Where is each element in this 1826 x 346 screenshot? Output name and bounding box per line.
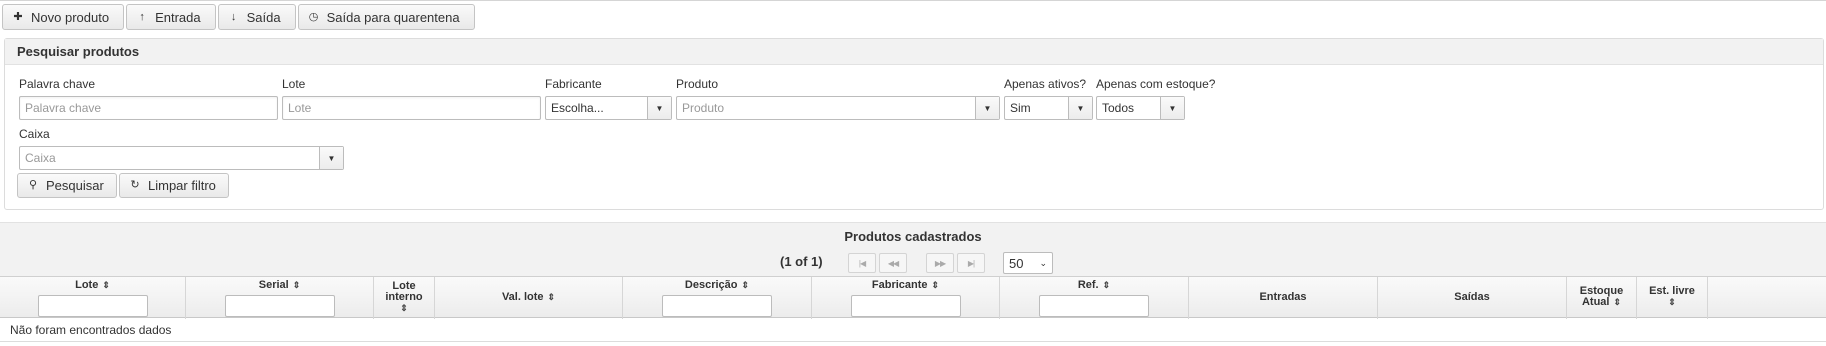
search-button-label: Pesquisar: [46, 178, 104, 193]
manufacturer-select[interactable]: Escolha... ▼: [545, 96, 672, 120]
box-label: Caixa: [19, 127, 50, 141]
column-exits: Saídas: [1378, 277, 1567, 319]
lot-label: Lote: [282, 77, 306, 91]
chevron-down-icon[interactable]: ▼: [975, 97, 999, 119]
serial-filter-input[interactable]: [225, 295, 335, 317]
chevron-down-icon: ⌄: [1039, 257, 1047, 268]
clear-filter-label: Limpar filtro: [148, 178, 216, 193]
column-lot-value[interactable]: Val. lote ⇕: [435, 277, 623, 319]
active-only-value: Sim: [1010, 101, 1031, 115]
search-icon: ⚲: [28, 179, 38, 191]
lot-filter-input[interactable]: [38, 295, 148, 317]
column-description[interactable]: Descrição ⇕: [623, 277, 812, 319]
empty-message: Não foram encontrados dados: [0, 318, 1826, 342]
arrow-up-icon: ↑: [139, 10, 145, 23]
quarantine-exit-label: Saída para quarentena: [326, 9, 460, 25]
keyword-input[interactable]: Palavra chave: [19, 96, 278, 120]
column-lot-value-label: Val. lote: [501, 291, 544, 303]
column-serial-label: Serial: [258, 279, 289, 291]
column-internal-lot[interactable]: Lote interno ⇕: [374, 277, 435, 319]
clear-filter-button[interactable]: ↻ Limpar filtro: [119, 173, 229, 198]
column-entries: Entradas: [1189, 277, 1378, 319]
manufacturer-select-value: Escolha...: [551, 101, 604, 115]
column-lot[interactable]: Lote ⇕: [0, 277, 186, 319]
search-button[interactable]: ⚲ Pesquisar: [17, 173, 117, 198]
sort-icon: ⇕: [1102, 280, 1111, 290]
chevron-down-icon[interactable]: ▼: [647, 97, 671, 119]
table-header: Lote ⇕ Serial ⇕ Lote interno ⇕ Val. lote ⇕ De…: [0, 276, 1826, 319]
new-product-label: Novo produto: [31, 9, 110, 25]
product-select[interactable]: Produto ▼: [676, 96, 1000, 120]
manufacturer-filter-input[interactable]: [851, 295, 961, 317]
column-manufacturer-label: Fabricante: [871, 279, 928, 291]
column-free-stock-label: Est. livre: [1649, 285, 1695, 297]
lot-input[interactable]: Lote: [282, 96, 541, 120]
search-panel-title: Pesquisar produtos: [5, 39, 1823, 65]
product-select-placeholder: Produto: [682, 101, 725, 115]
sort-icon: ⇕: [400, 303, 408, 313]
active-only-label: Apenas ativos?: [1004, 77, 1087, 91]
column-current-stock[interactable]: Estoque Atual ⇕: [1567, 277, 1637, 319]
chevron-down-icon[interactable]: ▼: [1068, 97, 1092, 119]
ref-filter-input[interactable]: [1039, 295, 1149, 317]
sort-icon: ⇕: [292, 280, 301, 290]
quarantine-exit-button[interactable]: ◷ Saída para quarentena: [297, 4, 475, 30]
sort-icon: ⇕: [547, 292, 556, 302]
sort-icon: ⇕: [1668, 297, 1676, 307]
column-ref[interactable]: Ref. ⇕: [1000, 277, 1189, 319]
previous-page-button[interactable]: ◀◀: [879, 253, 907, 273]
refresh-icon: ↻: [130, 179, 140, 191]
with-stock-select[interactable]: Todos ▼: [1096, 96, 1185, 120]
sort-icon: ⇕: [741, 280, 750, 290]
column-current-stock-label-2: Atual: [1581, 296, 1610, 308]
column-ref-label: Ref.: [1077, 279, 1099, 291]
page-info: (1 of 1): [780, 254, 823, 269]
first-page-button[interactable]: |◀: [848, 253, 876, 273]
plus-icon: ✚: [13, 10, 23, 23]
column-description-label: Descrição: [684, 279, 738, 291]
top-border: [0, 0, 1826, 1]
with-stock-value: Todos: [1102, 101, 1135, 115]
results-title: Produtos cadastrados: [0, 222, 1826, 250]
sort-icon: ⇕: [1613, 297, 1622, 307]
column-lot-label: Lote: [75, 279, 99, 291]
new-product-button[interactable]: ✚ Novo produto: [2, 4, 125, 30]
toolbar: ✚ Novo produto ↑ Entrada ↓ Saída ◷ Saída…: [2, 4, 475, 30]
entry-button[interactable]: ↑ Entrada: [126, 4, 216, 30]
column-serial[interactable]: Serial ⇕: [186, 277, 374, 319]
description-filter-input[interactable]: [662, 295, 772, 317]
manufacturer-label: Fabricante: [545, 77, 602, 91]
column-internal-lot-label-2: interno: [385, 291, 423, 303]
box-select[interactable]: Caixa ▼: [19, 146, 344, 170]
column-exits-label: Saídas: [1454, 291, 1490, 303]
sort-icon: ⇕: [102, 280, 110, 290]
chevron-down-icon[interactable]: ▼: [1160, 97, 1184, 119]
arrow-down-icon: ↓: [230, 10, 237, 23]
rows-per-page-value: 50: [1009, 255, 1024, 271]
column-manufacturer[interactable]: Fabricante ⇕: [812, 277, 1000, 319]
rows-per-page-select[interactable]: 50 ⌄: [1003, 252, 1053, 274]
column-entries-label: Entradas: [1259, 291, 1307, 303]
exit-button[interactable]: ↓ Saída: [217, 4, 296, 30]
box-select-placeholder: Caixa: [25, 151, 56, 165]
keyword-label: Palavra chave: [19, 77, 96, 91]
chevron-down-icon[interactable]: ▼: [319, 147, 343, 169]
last-page-button[interactable]: ▶|: [957, 253, 985, 273]
exit-label: Saída: [246, 9, 281, 25]
clock-icon: ◷: [308, 10, 319, 23]
sort-icon: ⇕: [931, 280, 940, 290]
active-only-select[interactable]: Sim ▼: [1004, 96, 1093, 120]
next-page-button[interactable]: ▶▶: [926, 253, 954, 273]
paginator: (1 of 1) |◀ ◀◀ ▶▶ ▶| 50 ⌄: [0, 250, 1826, 276]
product-label: Produto: [676, 77, 719, 91]
with-stock-label: Apenas com estoque?: [1096, 77, 1216, 91]
entry-label: Entrada: [155, 9, 201, 25]
search-panel: Pesquisar produtos Palavra chave Palavra…: [4, 38, 1824, 210]
column-free-stock[interactable]: Est. livre ⇕: [1637, 277, 1708, 319]
